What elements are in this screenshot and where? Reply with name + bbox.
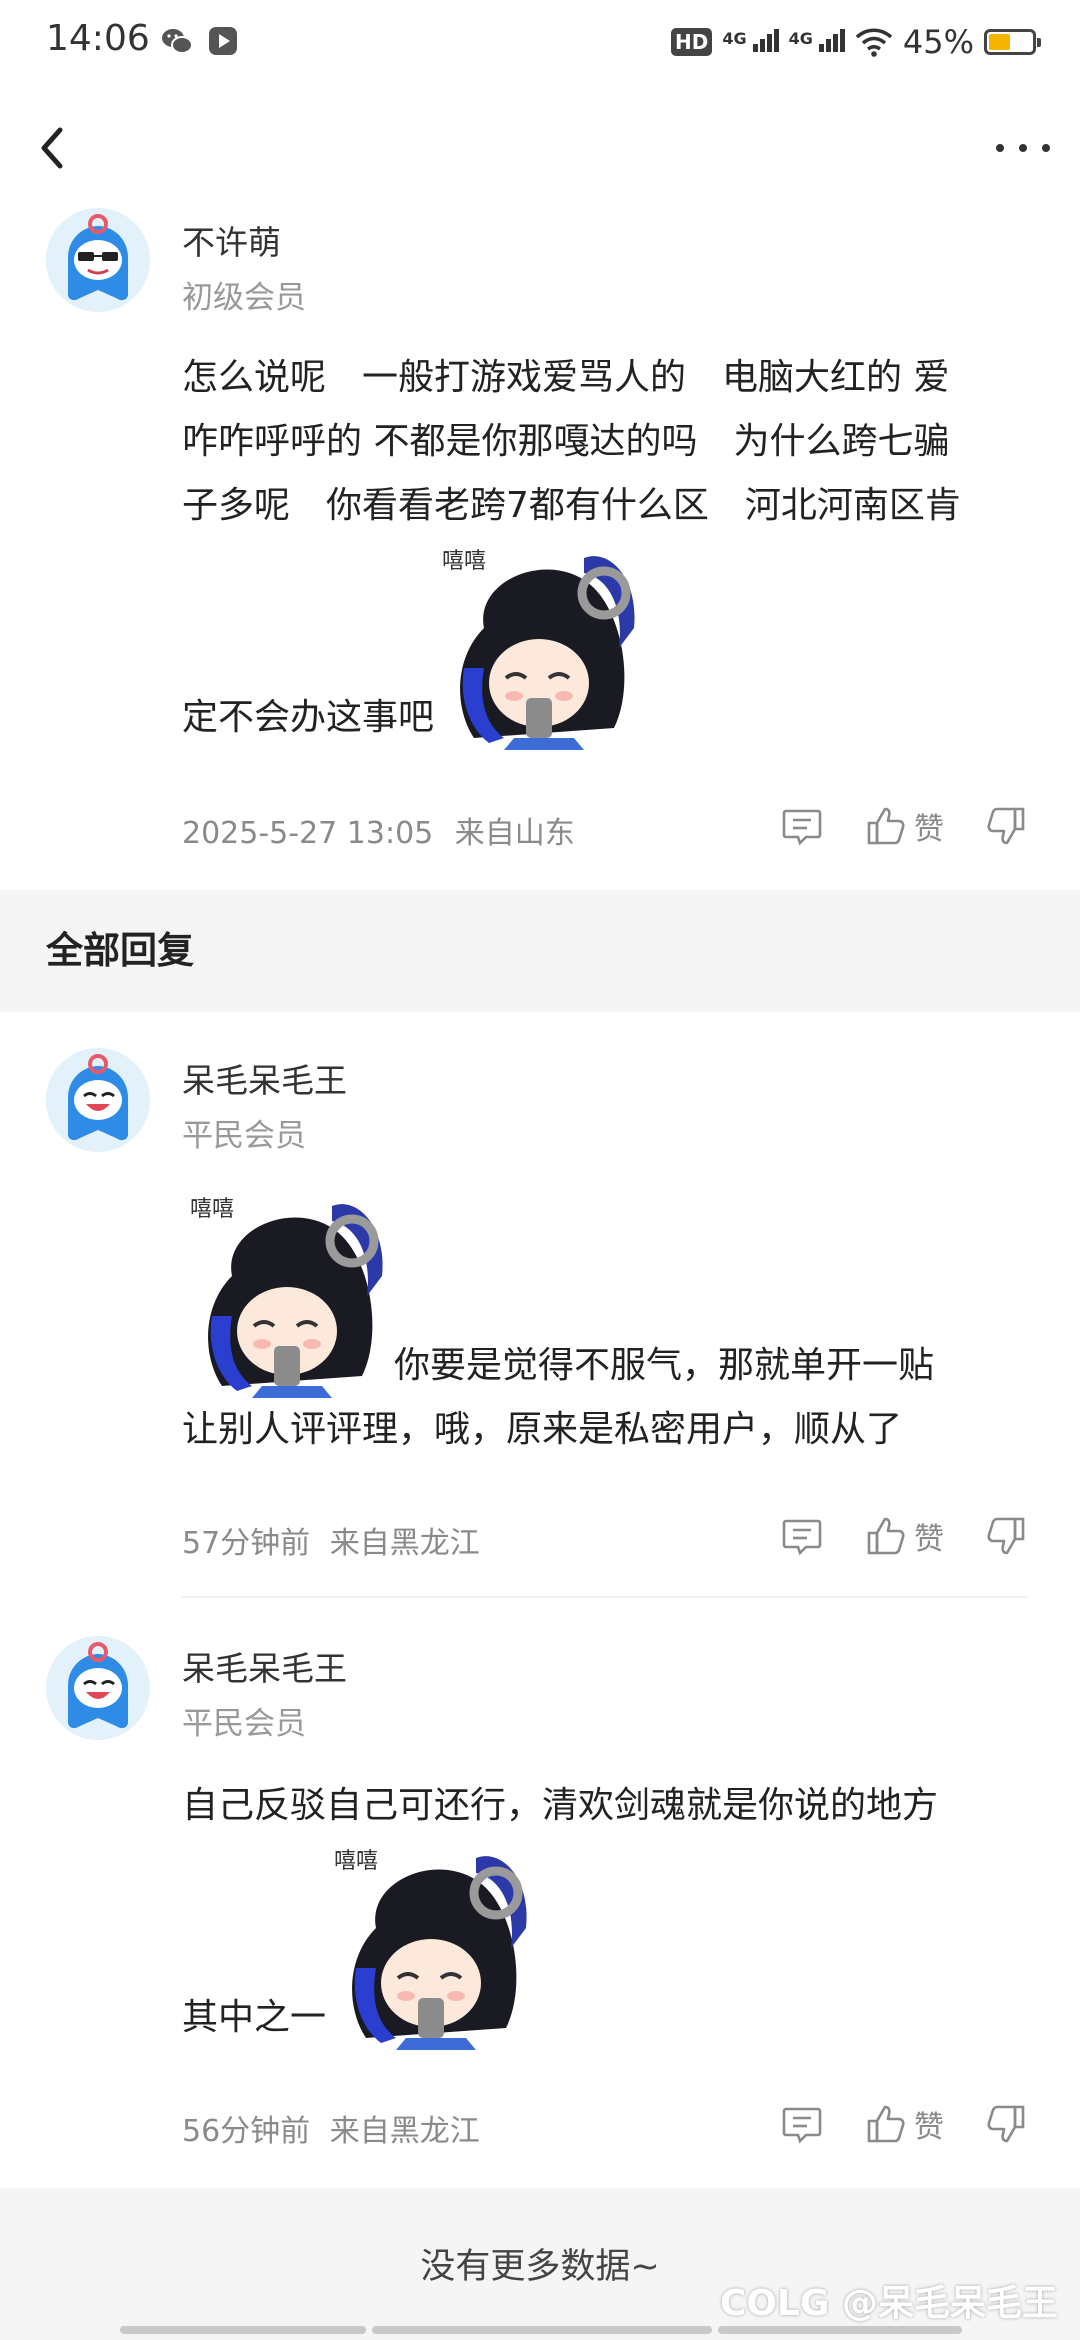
avatar[interactable]	[46, 1636, 150, 1740]
status-time: 14:06	[46, 18, 150, 59]
wifi-icon	[855, 28, 893, 57]
signal-bars-icon	[751, 28, 779, 56]
thumbs-up-icon	[864, 1514, 908, 1558]
reply-text-line: 自己反驳自己可还行，清欢剑魂就是你说的地方	[182, 1785, 939, 1826]
sticker-caption: 嘻嘻	[334, 1849, 378, 1874]
sticker-image[interactable]: 嘻嘻	[326, 1838, 538, 2050]
comment-icon[interactable]	[780, 1514, 824, 1558]
section-title: 全部回复	[46, 929, 194, 972]
thumbs-down-icon[interactable]	[984, 2102, 1028, 2146]
divider	[182, 1596, 1028, 1598]
reply-meta: 57分钟前 来自黑龙江	[182, 1518, 480, 1562]
like-button[interactable]: 赞	[864, 2102, 944, 2146]
gesture-bar	[120, 2326, 366, 2334]
timestamp: 2025-5-27 13:05	[182, 816, 434, 851]
avatar[interactable]	[46, 1048, 150, 1152]
battery-icon	[984, 29, 1041, 55]
member-rank: 初级会员	[182, 280, 306, 316]
reply-text-line: 让别人评评理，哦，原来是私密用户，顺从了	[182, 1409, 903, 1450]
sticker-caption: 嘻嘻	[442, 549, 486, 574]
dot	[996, 144, 1004, 152]
post-text-tail: 定不会办这事吧	[182, 697, 435, 738]
location: 来自山东	[454, 816, 575, 851]
hd-badge: HD	[671, 28, 713, 56]
reply-body: 自己反驳自己可还行，清欢剑魂就是你说的地方 其中之一 嘻嘻	[182, 1774, 1042, 2050]
like-label: 赞	[914, 812, 944, 847]
thumbs-down-icon[interactable]	[984, 1514, 1028, 1558]
reply-text-tail: 其中之一	[182, 1997, 327, 2038]
dot	[1042, 144, 1050, 152]
signal-4g-2: 4G	[789, 28, 845, 56]
more-options-button[interactable]	[996, 128, 1050, 168]
comment-icon[interactable]	[780, 2102, 824, 2146]
gesture-bar	[372, 2326, 712, 2334]
back-button[interactable]	[30, 120, 74, 176]
post-body: 怎么说呢 一般打游戏爱骂人的 电脑大红的 爱 咋咋呼呼的 不都是你那嘎达的吗 为…	[182, 346, 1042, 750]
signal-4g-1: 4G	[722, 28, 779, 56]
reply-text: 你要是觉得不服气，那就单开一贴	[394, 1345, 935, 1386]
replies-section-header: 全部回复	[0, 890, 1080, 1012]
status-indicators: HD 4G 4G 45%	[671, 18, 1041, 66]
watermark: COLG @呆毛呆毛王	[719, 2283, 1058, 2324]
gesture-bar	[718, 2326, 962, 2334]
reply-actions: 赞	[780, 1514, 1028, 1558]
post-meta: 2025-5-27 13:05 来自山东	[182, 808, 575, 852]
member-rank: 平民会员	[182, 1118, 306, 1154]
username[interactable]: 呆毛呆毛王	[182, 1642, 347, 1690]
member-rank: 平民会员	[182, 1706, 306, 1742]
reply-text-line: 其中之一 嘻嘻	[182, 1838, 1042, 2050]
dot	[1019, 144, 1027, 152]
post-text-line: 子多呢 你看看老跨7都有什么区 河北河南区肯	[182, 485, 961, 526]
thumbs-down-icon[interactable]	[984, 804, 1028, 848]
location: 来自黑龙江	[329, 1526, 480, 1561]
reply-text-line: 嘻嘻你要是觉得不服气，那就单开一贴	[182, 1186, 1042, 1398]
thumbs-up-icon	[864, 804, 908, 848]
video-app-icon	[209, 27, 237, 55]
thumbs-up-icon	[864, 2102, 908, 2146]
status-bar: 14:06 HD 4G 4G 45%	[0, 0, 1080, 84]
reply-actions: 赞	[780, 2102, 1028, 2146]
post-text-line: 咋咋呼呼的 不都是你那嘎达的吗 为什么跨七骗	[182, 421, 950, 462]
wechat-icon	[162, 29, 193, 54]
sticker-caption: 嘻嘻	[190, 1197, 234, 1222]
sticker-image[interactable]: 嘻嘻	[434, 538, 646, 750]
post-text-line: 怎么说呢 一般打游戏爱骂人的 电脑大红的 爱	[182, 357, 950, 398]
battery-level	[989, 34, 1010, 50]
location: 来自黑龙江	[329, 2114, 480, 2149]
list-footer: 没有更多数据~ COLG @呆毛呆毛王	[0, 2188, 1080, 2340]
comment-icon[interactable]	[780, 804, 824, 848]
signal-bars-icon	[817, 28, 845, 56]
timestamp: 56分钟前	[182, 2114, 311, 2149]
like-label: 赞	[914, 1522, 944, 1557]
battery-percentage: 45%	[902, 23, 974, 61]
post-text-line: 定不会办这事吧 嘻嘻	[182, 538, 1042, 750]
reply-body: 嘻嘻你要是觉得不服气，那就单开一贴 让别人评评理，哦，原来是私密用户，顺从了	[182, 1186, 1042, 1462]
post-actions: 赞	[780, 804, 1028, 848]
avatar[interactable]	[46, 208, 150, 312]
like-button[interactable]: 赞	[864, 804, 944, 848]
sticker-image[interactable]: 嘻嘻	[182, 1186, 394, 1398]
like-label: 赞	[914, 2110, 944, 2145]
like-button[interactable]: 赞	[864, 1514, 944, 1558]
username[interactable]: 不许萌	[182, 216, 281, 264]
timestamp: 57分钟前	[182, 1526, 311, 1561]
reply-meta: 56分钟前 来自黑龙江	[182, 2106, 480, 2150]
username[interactable]: 呆毛呆毛王	[182, 1054, 347, 1102]
